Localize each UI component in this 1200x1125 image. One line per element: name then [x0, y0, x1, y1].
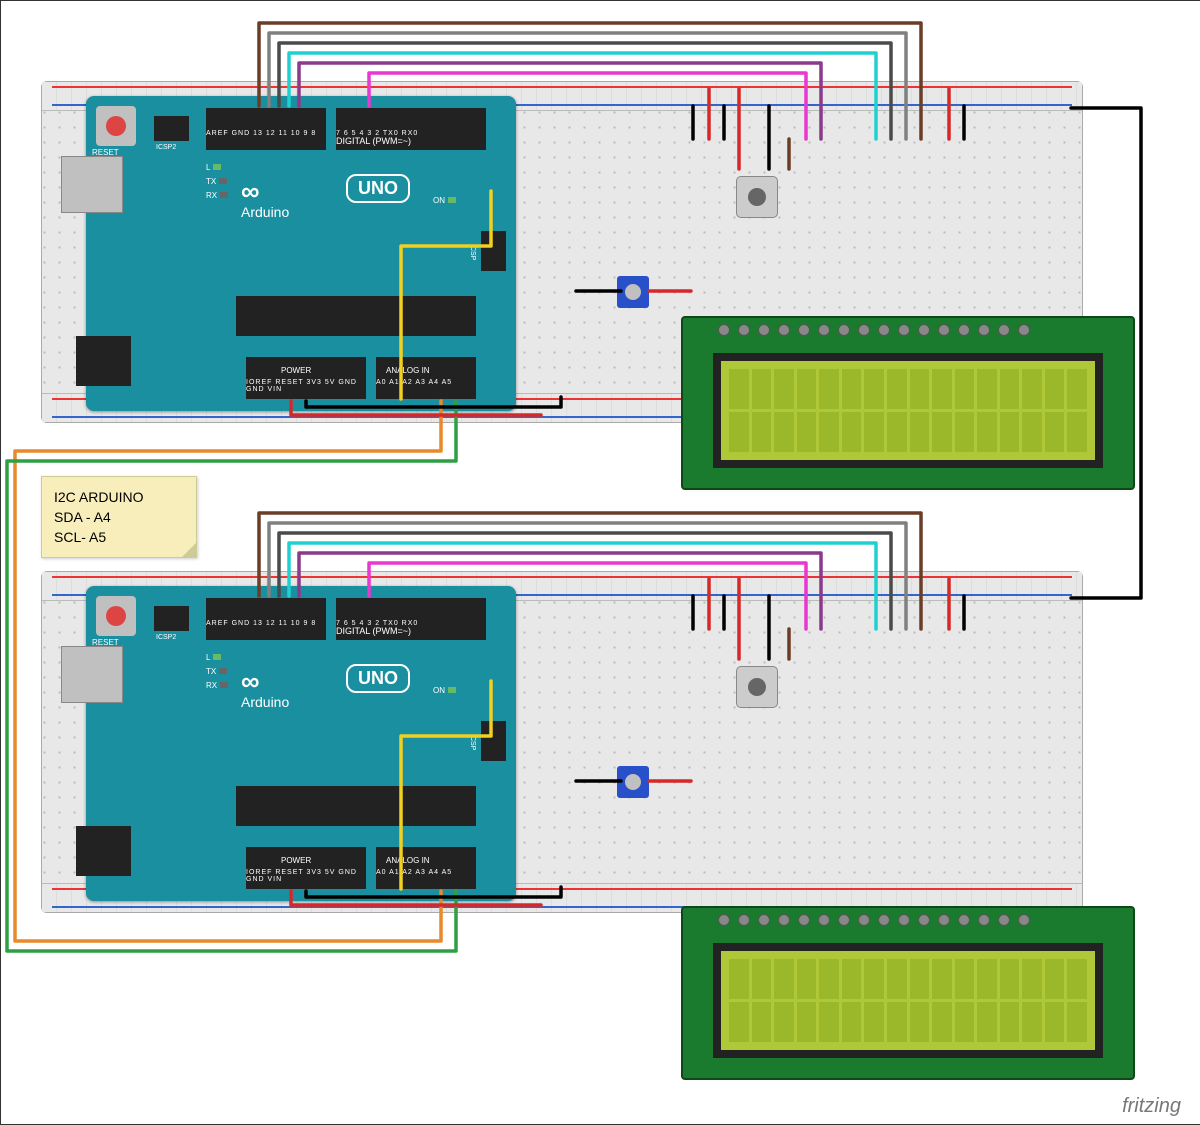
power-jack-icon — [76, 826, 131, 876]
pushbutton-bottom[interactable] — [736, 666, 778, 708]
reset-label: RESET — [92, 638, 119, 647]
pushbutton-top[interactable] — [736, 176, 778, 218]
icsp2-label: ICSP2 — [156, 634, 176, 641]
power-header: IOREF RESET 3V3 5V GND GND VIN — [246, 357, 366, 399]
trimpot-bottom[interactable] — [617, 766, 649, 798]
brand-label: Arduino — [241, 204, 289, 220]
i2c-note: I2C ARDUINO SDA - A4 SCL- A5 — [41, 476, 197, 558]
analog-label: ANALOG IN — [386, 366, 430, 375]
analog-label: ANALOG IN — [386, 856, 430, 865]
reset-label: RESET — [92, 148, 119, 157]
note-line-2: SDA - A4 — [54, 507, 184, 527]
digital-header-1: AREF GND 13 12 11 10 9 8 — [206, 108, 326, 150]
watermark: fritzing — [1122, 1095, 1181, 1118]
lcd-16x2-bottom — [681, 906, 1135, 1080]
icsp-label: ICSP — [469, 244, 476, 260]
icsp-header — [481, 721, 506, 761]
digital-header-1: AREF GND 13 12 11 10 9 8 — [206, 598, 326, 640]
usb-port-icon — [61, 156, 123, 213]
icsp2-header — [154, 606, 189, 631]
brand-label: Arduino — [241, 694, 289, 710]
uno-badge: UNO — [346, 664, 410, 693]
power-header: IOREF RESET 3V3 5V GND GND VIN — [246, 847, 366, 889]
power-label: POWER — [281, 366, 311, 375]
reset-button[interactable] — [96, 596, 136, 636]
icsp2-header — [154, 116, 189, 141]
status-leds: L TX RX — [206, 651, 228, 693]
digital-label: DIGITAL (PWM=~) — [336, 136, 411, 146]
uno-badge: UNO — [346, 174, 410, 203]
analog-header: A0 A1 A2 A3 A4 A5 — [376, 357, 476, 399]
icsp-label: ICSP — [469, 734, 476, 750]
on-led: ON — [433, 686, 456, 695]
note-line-3: SCL- A5 — [54, 527, 184, 547]
status-leds: L TX RX — [206, 161, 228, 203]
analog-header: A0 A1 A2 A3 A4 A5 — [376, 847, 476, 889]
arduino-uno-bottom: RESET ICSP2 ICSP AREF GND 13 12 11 10 9 … — [86, 586, 516, 901]
arduino-logo-icon: ∞ — [241, 176, 256, 207]
arduino-logo-icon: ∞ — [241, 666, 256, 697]
note-line-1: I2C ARDUINO — [54, 487, 184, 507]
atmega-chip-icon — [236, 296, 476, 336]
digital-label: DIGITAL (PWM=~) — [336, 626, 411, 636]
trimpot-top[interactable] — [617, 276, 649, 308]
icsp-header — [481, 231, 506, 271]
power-label: POWER — [281, 856, 311, 865]
arduino-uno-top: RESET ICSP2 ICSP AREF GND 13 12 11 10 9 … — [86, 96, 516, 411]
usb-port-icon — [61, 646, 123, 703]
atmega-chip-icon — [236, 786, 476, 826]
power-jack-icon — [76, 336, 131, 386]
icsp2-label: ICSP2 — [156, 144, 176, 151]
lcd-16x2-top — [681, 316, 1135, 490]
on-led: ON — [433, 196, 456, 205]
reset-button[interactable] — [96, 106, 136, 146]
